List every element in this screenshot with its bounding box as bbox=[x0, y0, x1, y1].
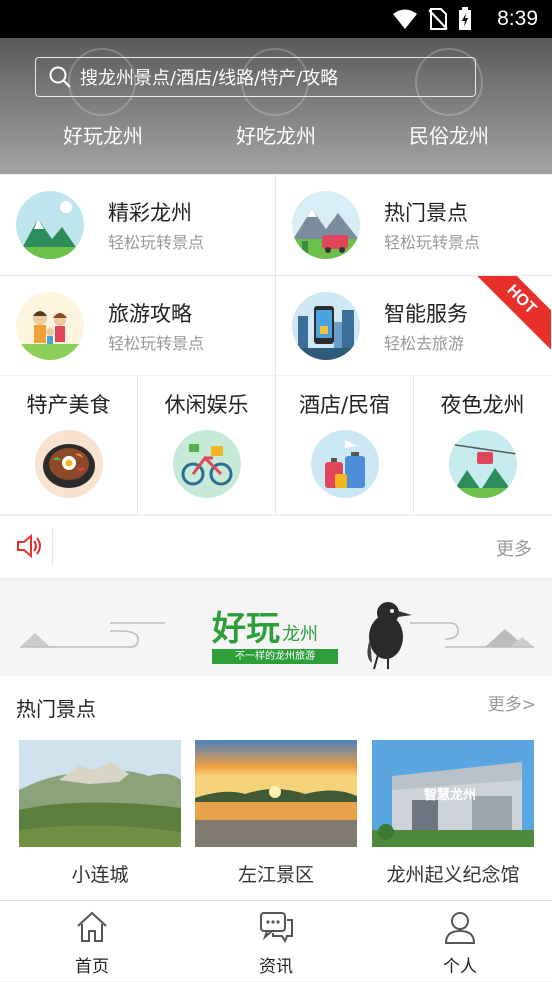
category-label: 好玩龙州 bbox=[63, 124, 143, 148]
quick-hotel[interactable]: 酒店/民宿 bbox=[276, 376, 413, 514]
quick-title: 特产美食 bbox=[26, 393, 111, 417]
home-icon bbox=[77, 911, 107, 942]
chat-icon bbox=[260, 912, 293, 944]
status-icons bbox=[392, 7, 472, 31]
user-icon bbox=[444, 912, 476, 944]
mountain-icon bbox=[16, 191, 84, 259]
feature-smart-service[interactable]: 智能服务 轻松去旅游 HOT bbox=[276, 276, 551, 375]
divider bbox=[52, 528, 53, 566]
spot-name: 左江景区 bbox=[237, 864, 314, 886]
category-food-longzhou[interactable]: 好吃龙州 bbox=[216, 120, 336, 149]
feature-wonderful-longzhou[interactable]: 精彩龙州 轻松玩转景点 bbox=[0, 175, 275, 274]
spot-card[interactable]: 智慧龙州 龙州起义纪念馆 bbox=[372, 740, 534, 887]
feature-title: 智能服务 bbox=[384, 302, 468, 326]
feature-hot-spots[interactable]: 热门景点 轻松玩转景点 bbox=[276, 175, 551, 274]
bibimbap-icon bbox=[35, 430, 103, 498]
bottom-tab-bar: 首页 资讯 个人 bbox=[0, 900, 552, 981]
spot-photo: 智慧龙州 bbox=[372, 740, 534, 847]
status-time: 8:39 bbox=[497, 7, 538, 30]
cable-car-icon bbox=[449, 430, 517, 498]
category-label: 好吃龙州 bbox=[236, 124, 316, 148]
search-icon bbox=[49, 66, 71, 88]
feature-title: 精彩龙州 bbox=[108, 201, 192, 225]
tab-label: 个人 bbox=[443, 957, 477, 977]
tab-label: 资讯 bbox=[259, 957, 293, 977]
feature-subtitle: 轻松玩转景点 bbox=[108, 233, 205, 252]
tab-label: 首页 bbox=[75, 957, 109, 977]
feature-title: 热门景点 bbox=[384, 201, 468, 225]
smart-city-icon bbox=[292, 292, 360, 360]
feature-subtitle: 轻松去旅游 bbox=[384, 334, 465, 353]
spot-card[interactable]: 左江景区 bbox=[195, 740, 357, 887]
spot-card[interactable]: 小连城 bbox=[19, 740, 181, 887]
spot-photo bbox=[19, 740, 181, 847]
bicycle-icon bbox=[173, 430, 241, 498]
spot-name: 龙州起义纪念馆 bbox=[386, 864, 520, 886]
wifi-icon bbox=[393, 9, 417, 29]
quick-category-grid: 特产美食 休闲娱乐 酒店/民宿 夜色龙州 bbox=[0, 376, 552, 514]
status-bar: 8:39 bbox=[0, 0, 552, 38]
spot-photo bbox=[195, 740, 357, 847]
feature-title: 旅游攻略 bbox=[108, 302, 192, 326]
mountain-right-icon bbox=[410, 622, 534, 648]
section-title: 热门景点 bbox=[16, 697, 96, 721]
hot-spots-section: 热门景点 更多> 小连城 左江景区 智慧龙州 龙州起义纪念馆 bbox=[0, 676, 552, 900]
photo-caption: 智慧龙州 bbox=[424, 788, 477, 803]
spot-name: 小连城 bbox=[71, 864, 129, 886]
battery-charging-icon bbox=[459, 7, 471, 30]
promo-banner[interactable]: 好玩 龙州 不一样的龙州旅游 bbox=[0, 581, 552, 675]
tab-home[interactable]: 首页 bbox=[0, 901, 184, 982]
header-banner: 搜龙州景点/酒店/线路/特产/攻略 好玩龙州 好吃龙州 民俗龙州 bbox=[0, 38, 552, 174]
quick-night-longzhou[interactable]: 夜色龙州 bbox=[414, 376, 551, 514]
quick-specialty-food[interactable]: 特产美食 bbox=[0, 376, 137, 514]
family-icon bbox=[16, 292, 84, 360]
category-folk-longzhou[interactable]: 民俗龙州 bbox=[389, 120, 509, 149]
feature-subtitle: 轻松玩转景点 bbox=[384, 233, 481, 252]
quick-title: 夜色龙州 bbox=[440, 393, 525, 417]
travel-van-icon bbox=[292, 191, 360, 259]
notice-more-link[interactable]: 更多 bbox=[496, 535, 532, 561]
luggage-icon bbox=[311, 430, 379, 498]
tab-profile[interactable]: 个人 bbox=[368, 901, 552, 982]
category-label: 民俗龙州 bbox=[409, 124, 489, 148]
main-feature-grid: 精彩龙州 轻松玩转景点 热门景点 轻松玩转景点 旅游攻略 轻松玩转景点 智能服务… bbox=[0, 175, 552, 375]
notice-bar: 更多 bbox=[0, 516, 552, 578]
quick-leisure[interactable]: 休闲娱乐 bbox=[138, 376, 275, 514]
banner-tagline: 不一样的龙州旅游 bbox=[212, 649, 338, 664]
tab-news[interactable]: 资讯 bbox=[184, 901, 368, 982]
search-input[interactable]: 搜龙州景点/酒店/线路/特产/攻略 bbox=[35, 57, 476, 97]
feature-travel-guide[interactable]: 旅游攻略 轻松玩转景点 bbox=[0, 276, 275, 375]
quick-title: 酒店/民宿 bbox=[298, 393, 391, 417]
quick-title: 休闲娱乐 bbox=[164, 393, 249, 417]
category-fun-longzhou[interactable]: 好玩龙州 bbox=[43, 120, 163, 149]
mountain-left-icon bbox=[20, 622, 165, 648]
hot-spots-more-link[interactable]: 更多> bbox=[488, 690, 536, 715]
search-placeholder: 搜龙州景点/酒店/线路/特产/攻略 bbox=[80, 68, 339, 89]
speaker-icon bbox=[17, 533, 41, 559]
no-sim-icon bbox=[428, 8, 448, 30]
banner-title: 好玩 龙州 bbox=[212, 609, 318, 649]
bird-icon bbox=[367, 602, 412, 670]
hot-badge: HOT bbox=[468, 276, 551, 353]
feature-subtitle: 轻松玩转景点 bbox=[108, 334, 205, 353]
